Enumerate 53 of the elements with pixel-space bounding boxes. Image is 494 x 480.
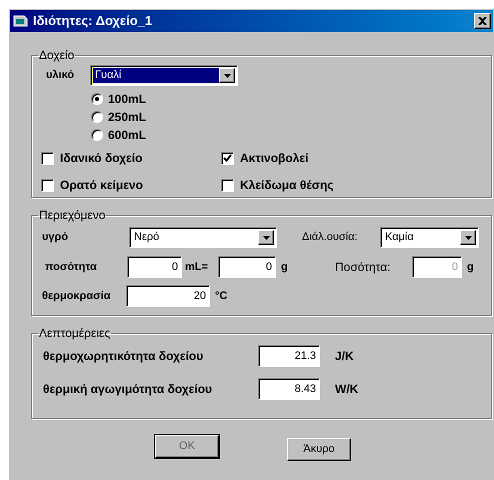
dropdown-arrow-button[interactable] — [258, 230, 274, 245]
label: J/K — [335, 348, 354, 365]
label: Διάλ.ουσία: — [302, 230, 358, 246]
caret-icon — [262, 236, 270, 240]
label: θερμική αγωγιμότητα δοχείου — [43, 381, 214, 398]
group-title: Λεπτομέρειες — [38, 325, 112, 342]
window-icon — [13, 14, 29, 28]
radio-button[interactable] — [91, 129, 103, 141]
window-title: Ιδιότητες: Δοχείο_1 — [33, 12, 154, 30]
close-icon — [478, 17, 487, 25]
input-field[interactable]: 8.43 — [258, 378, 320, 400]
label: W/K — [335, 381, 358, 398]
label: °C — [215, 288, 228, 304]
label: 600mL — [108, 127, 146, 144]
label: υλικό — [46, 68, 76, 84]
dialog-button[interactable]: Άκυρο — [287, 438, 351, 461]
checkbox[interactable] — [41, 178, 54, 192]
label: Ακτινοβολεί — [240, 150, 308, 167]
input-field[interactable]: 20 — [126, 285, 210, 307]
dropdown-value: Γυαλί — [93, 68, 219, 83]
caret-icon — [464, 236, 472, 240]
checkbox[interactable] — [221, 178, 234, 192]
caret-icon — [224, 74, 230, 78]
label: 250mL — [108, 109, 146, 126]
label: 100mL — [108, 91, 146, 108]
label: mL= — [185, 260, 209, 275]
checkbox[interactable] — [221, 152, 234, 164]
label: ποσότητα — [45, 260, 98, 275]
radio-button[interactable] — [91, 93, 103, 105]
dropdown-value: Νερό — [133, 230, 160, 245]
label: θερμοκρασία — [42, 288, 112, 304]
input-field[interactable]: 0 — [218, 256, 276, 278]
label: g — [281, 260, 289, 275]
label: Ποσότητα: — [335, 259, 392, 276]
dropdown-arrow-button[interactable] — [460, 230, 476, 245]
label: θερμοχωρητικότητα δοχείου — [43, 348, 204, 365]
checkbox[interactable] — [41, 152, 54, 164]
dropdown[interactable]: Νερό — [129, 227, 277, 248]
dropdown-value: Καμία — [384, 230, 415, 245]
close-button[interactable] — [474, 13, 491, 29]
dropdown-arrow-button[interactable] — [219, 68, 235, 83]
label: υγρό — [42, 230, 70, 246]
dropdown[interactable]: Γυαλί — [90, 65, 238, 86]
label: Ιδανικό δοχείο — [60, 150, 142, 167]
dropdown[interactable]: Καμία — [380, 227, 479, 248]
group-title: Δοχείο — [38, 47, 76, 64]
label: Κλείδωμα θέσης — [240, 177, 334, 194]
radio-button[interactable] — [91, 111, 103, 123]
group-title: Περιεχόμενο — [38, 207, 106, 224]
input-field[interactable]: 0 — [127, 256, 182, 278]
label: g — [467, 260, 474, 275]
input-field[interactable]: 21.3 — [258, 345, 320, 367]
label: Ορατό κείμενο — [60, 177, 143, 194]
